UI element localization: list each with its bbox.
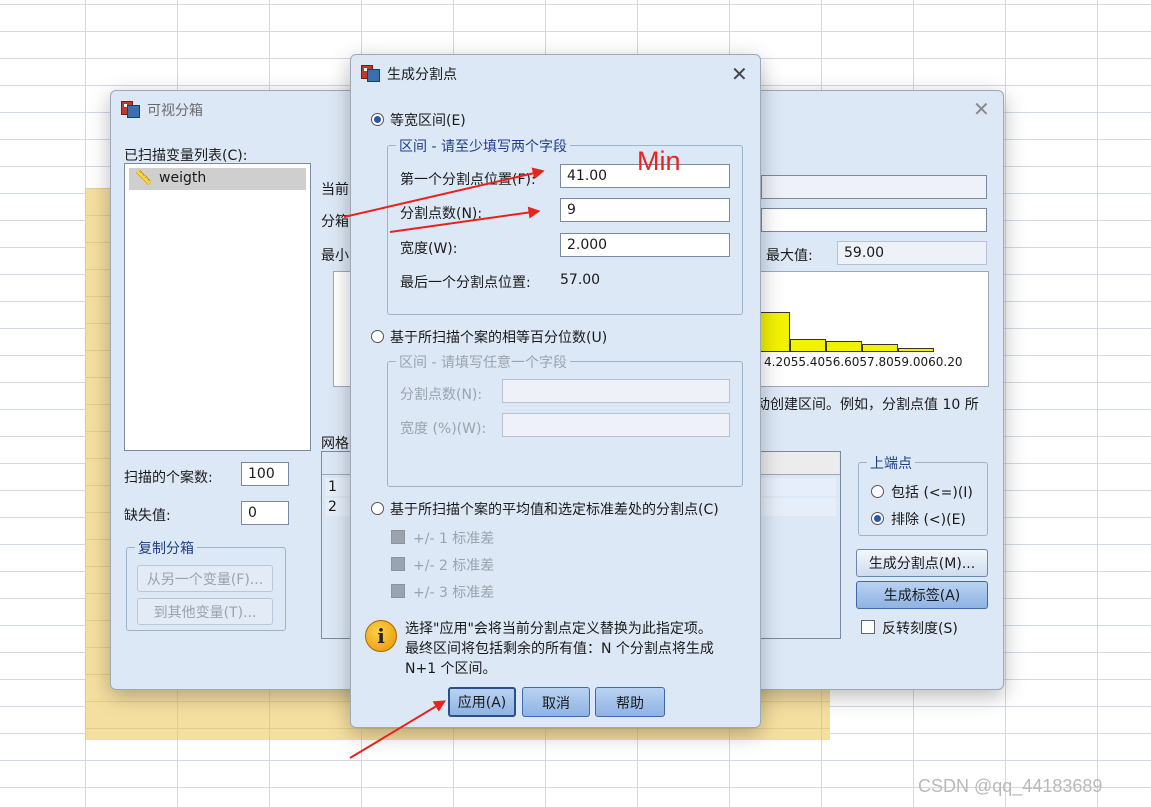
current-var-field[interactable] [761,175,987,199]
histogram-tick-labels: 4.2055.4056.6057.8059.0060.20 [764,355,963,369]
cutpoint-titlebar: 生成分割点 ✕ [351,55,760,89]
width-input[interactable]: 2.000 [560,233,730,257]
copy-from-button[interactable]: 从另一个变量(F)... [137,565,273,592]
ruler-icon: 📏 [135,170,153,186]
exclude-label: 排除 (<)(E) [891,512,966,528]
current-label: 当前 [321,182,349,198]
cutpoint-title: 生成分割点 [387,67,457,83]
pct-width-label: 宽度 (%)(W): [400,421,487,437]
sd1-checkbox[interactable] [391,530,405,544]
pct-num-cuts-label: 分割点数(N): [400,387,483,403]
sd3-checkbox[interactable] [391,584,405,598]
cancel-button[interactable]: 取消 [522,687,590,717]
scanned-var-list[interactable]: 📏 weigth [124,163,311,451]
make-labels-button[interactable]: 生成标签(A) [856,581,988,609]
equal-width-group-title: 区间 - 请至少填写两个字段 [396,136,570,156]
main-close-icon[interactable]: ✕ [973,99,990,119]
bin-label: 分箱 [321,214,349,230]
copy-bins-title: 复制分箱 [135,538,197,558]
histogram-bar [898,348,934,352]
equal-width-label: 等宽区间(E) [390,113,466,129]
pct-width-input[interactable] [502,413,730,437]
missing-field: 0 [241,501,289,525]
info-line-3: N+1 个区间。 [405,661,497,677]
width-label: 宽度(W): [400,241,458,257]
sd1-label: +/- 1 标准差 [413,531,495,547]
sd3-label: +/- 3 标准差 [413,585,495,601]
grid-row-1-num: 1 [328,479,337,495]
var-item-label: weigth [159,170,207,186]
instruction-text-1: 动创建区间。例如，分割点值 10 所 [756,397,979,413]
main-title: 可视分箱 [147,103,203,119]
watermark: CSDN @qq_44183689 [918,776,1103,796]
info-line-2: 最终区间将包括剩余的所有值：N 个分割点将生成 [405,641,714,657]
grid-row-2-num: 2 [328,499,337,515]
first-cut-label: 第一个分割点位置(F): [400,172,536,188]
histogram-bar [790,339,826,352]
upper-endpoint-group: 上端点 包括 (<=)(I) 排除 (<)(E) [858,453,988,536]
missing-label: 缺失值: [124,508,171,524]
sd2-checkbox[interactable] [391,557,405,571]
equal-width-radio[interactable] [371,113,384,126]
reverse-scale-label: 反转刻度(S) [882,621,958,637]
histogram-bar [826,341,862,352]
info-icon: i [365,620,397,652]
copy-bins-group: 复制分箱 从另一个变量(F)... 到其他变量(T)... [126,538,286,631]
include-label: 包括 (<=)(I) [891,485,973,501]
cutpoint-app-icon [361,63,380,82]
binned-var-field[interactable] [761,208,987,232]
sd2-label: +/- 2 标准差 [413,558,495,574]
cases-label: 扫描的个案数: [124,470,213,486]
make-cutpoints-dialog: 生成分割点 ✕ 等宽区间(E) 区间 - 请至少填写两个字段 第一个分割点位置(… [350,54,761,728]
sd-radio[interactable] [371,502,384,515]
percentile-label: 基于所扫描个案的相等百分位数(U) [390,330,608,346]
num-cuts-input[interactable]: 9 [560,198,730,222]
app-icon [121,99,140,118]
help-button[interactable]: 帮助 [595,687,665,717]
histogram-bar [862,344,898,352]
sd-label: 基于所扫描个案的平均值和选定标准差处的分割点(C) [390,502,719,518]
equal-width-group: 区间 - 请至少填写两个字段 第一个分割点位置(F): 41.00 分割点数(N… [387,136,743,315]
percentile-group-title: 区间 - 请填写任意一个字段 [396,352,570,372]
grid-label: 网格 [321,436,349,452]
pct-num-cuts-input[interactable] [502,379,730,403]
upper-endpoint-title: 上端点 [867,453,915,473]
grid-header-right [758,452,839,474]
info-line-1: 选择"应用"会将当前分割点定义替换为此指定项。 [405,621,712,637]
max-label: 最大值: [766,248,813,264]
min-label: 最小 [321,248,349,264]
reverse-scale-checkbox[interactable] [861,620,875,634]
cutpoint-close-icon[interactable]: ✕ [731,64,748,84]
min-annotation: Min [637,146,681,176]
include-radio[interactable] [871,485,884,498]
copy-to-button[interactable]: 到其他变量(T)... [137,598,273,625]
last-cut-value: 57.00 [560,272,601,288]
apply-button[interactable]: 应用(A) [448,687,516,717]
var-item-weigth[interactable]: 📏 weigth [129,168,306,190]
cases-field: 100 [241,462,289,486]
percentile-group: 区间 - 请填写任意一个字段 分割点数(N): 宽度 (%)(W): [387,352,743,487]
exclude-radio[interactable] [871,512,884,525]
percentile-radio[interactable] [371,330,384,343]
scanned-var-list-label: 已扫描变量列表(C): [124,148,248,164]
max-field: 59.00 [837,241,987,265]
make-cutpoints-button[interactable]: 生成分割点(M)... [856,549,988,577]
last-cut-label: 最后一个分割点位置: [400,275,531,291]
